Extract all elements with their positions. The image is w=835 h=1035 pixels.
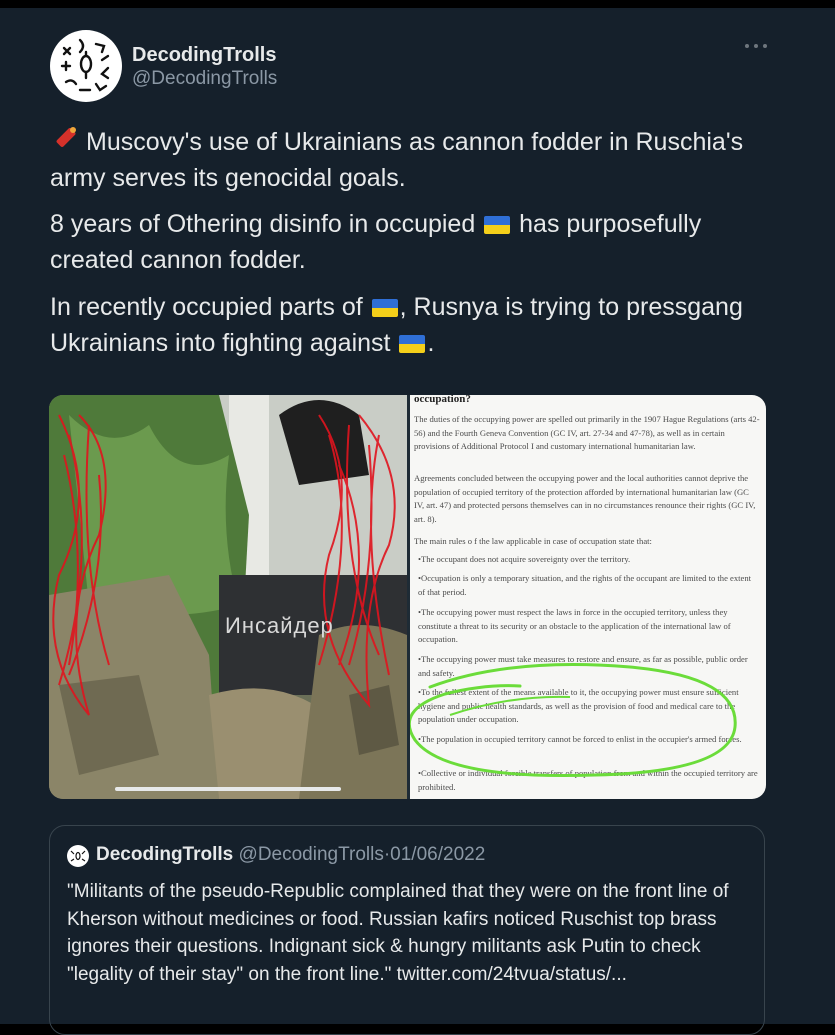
display-name[interactable]: DecodingTrolls [132, 44, 276, 67]
quoted-tweet-text: "Militants of the pseudo-Republic compla… [67, 881, 729, 985]
tweet-paragraph-3: In recently occupied parts of , Rusnya i… [50, 289, 790, 361]
ornament-avatar-icon [70, 850, 86, 862]
media-gallery[interactable]: Инсайдер occupation? The duties of the o… [49, 395, 766, 799]
ukraine-flag-icon [484, 216, 511, 234]
document-screenshot[interactable]: occupation? The duties of the occupying … [410, 395, 766, 799]
soldiers-photo [49, 395, 407, 799]
more-options-icon[interactable] [745, 42, 767, 50]
firecracker-icon [50, 127, 80, 153]
tweet-paragraph-1-text: Muscovy's use of Ukrainians as cannon fo… [50, 128, 744, 192]
quoted-tweet[interactable]: DecodingTrolls @DecodingTrolls·01/06/202… [49, 825, 765, 1035]
photo-overlay-text: Инсайдер [225, 613, 334, 638]
ukraine-flag-icon [399, 335, 426, 353]
quoted-handle[interactable]: @DecodingTrolls [239, 844, 384, 865]
quoted-header: DecodingTrolls @DecodingTrolls·01/06/202… [96, 844, 485, 866]
user-handle[interactable]: @DecodingTrolls [132, 68, 277, 90]
profile-avatar[interactable] [50, 30, 122, 102]
green-highlight-circle [410, 663, 737, 778]
tweet-paragraph-2: 8 years of Othering disinfo in occupied … [50, 206, 790, 278]
top-edge [0, 0, 835, 8]
video-scrubber-bar[interactable] [115, 787, 341, 791]
video-frame-image[interactable]: Инсайдер [49, 395, 407, 799]
tweet-card: DecodingTrolls @DecodingTrolls Muscovy's… [0, 8, 835, 1035]
tweet-paragraph-3-start: In recently occupied parts of [50, 293, 363, 321]
ukraine-flag-icon [371, 299, 398, 317]
quoted-avatar[interactable] [67, 845, 89, 867]
quoted-date[interactable]: 01/06/2022 [390, 844, 485, 865]
quoted-display-name[interactable]: DecodingTrolls [96, 844, 233, 865]
tweet-paragraph-1: Muscovy's use of Ukrainians as cannon fo… [50, 124, 790, 196]
tweet-paragraph-2-start: 8 years of Othering disinfo in occupied [50, 210, 476, 238]
ornament-avatar-icon [60, 38, 110, 92]
tweet-paragraph-3-end: . [427, 329, 435, 357]
